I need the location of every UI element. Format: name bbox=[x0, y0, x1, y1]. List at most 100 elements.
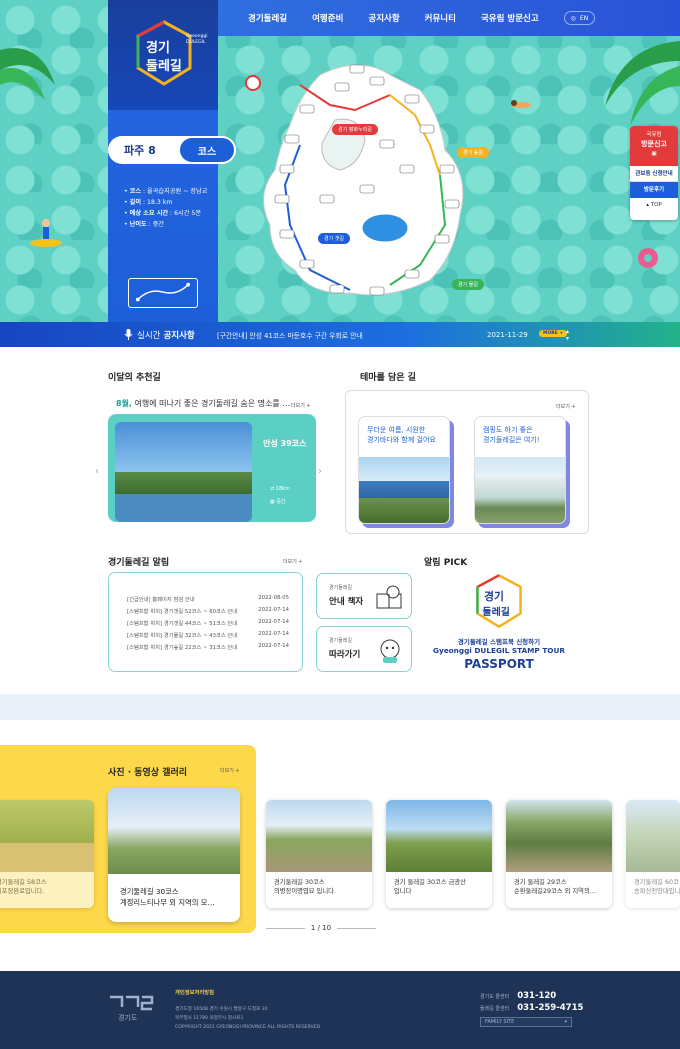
recommend-body[interactable]: 안성 39코스 ⇄ 18km ▦ 중간 bbox=[108, 414, 316, 522]
gallery-photo bbox=[266, 800, 372, 872]
notice-row[interactable]: [스탬프함 위치] 경기물길 32코스 ~ 43코스 안내 2022-07-14 bbox=[127, 631, 289, 639]
hero-map: 경기 평화누리길 경기 숲길 경기 갯길 경기 물길 bbox=[0, 0, 680, 322]
passport-banner[interactable]: 경기 둘레길 경기둘레길 스탬프북 신청하기 Gyeonggi DULEGIL … bbox=[424, 566, 574, 676]
pager-next-line[interactable] bbox=[337, 927, 377, 929]
recommend-course: 안성 39코스 bbox=[263, 439, 307, 448]
recommend-level: ▦ 중간 bbox=[270, 499, 286, 505]
recommend-photo bbox=[115, 422, 252, 522]
globe-icon: ◎ bbox=[570, 14, 576, 22]
top-button[interactable]: ▴ TOP bbox=[630, 198, 678, 212]
notice-more[interactable]: 더보기 + bbox=[283, 558, 303, 565]
course-difficulty: • 난이도 : 중간 bbox=[124, 221, 165, 228]
svg-text:경기: 경기 bbox=[146, 40, 170, 56]
nav-forest-report[interactable]: 국유림 방문신고 bbox=[481, 12, 539, 24]
notice-row[interactable]: [스탬프함 위치] 경기갯길 52코스 ~ 60코스 안내 2022-07-14 bbox=[127, 607, 289, 615]
palm-leaf-right bbox=[605, 41, 680, 126]
ticker-more-button[interactable]: MORE + bbox=[539, 330, 568, 337]
ticker-text[interactable]: [구간안내] 안성 41코스 마둔호수 구간 우회로 안내 bbox=[217, 330, 363, 340]
gallery-card-next[interactable]: 경기둘레길 60코 송파산전망대입니 bbox=[626, 800, 680, 908]
arrow-up-icon[interactable]: ▴ bbox=[566, 328, 569, 335]
course-info: • 코스 : 율곡습지공원 ~ 장남교 • 길이 : 18.3 km • 예상 … bbox=[124, 186, 207, 230]
gallery-photo bbox=[626, 800, 680, 872]
gallery-card[interactable]: 경기 둘레길 30코스 금광산 입니다 bbox=[386, 800, 492, 908]
course-panel: 경기 둘레길 Gyeonggi DULEGIL 파주 8 코스 • 코스 : 율곡… bbox=[108, 0, 236, 322]
gallery-photo bbox=[0, 800, 94, 872]
quick-menu: 국유림 방문신고 ▣ 관보동 신청안내 방문후기 ▴ TOP bbox=[630, 126, 678, 220]
family-site-select[interactable]: FAMILY SITE ▾ bbox=[480, 1017, 572, 1027]
notice-ticker: 실시간 공지사항 [구간안내] 안성 41코스 마둔호수 구간 우회로 안내 2… bbox=[0, 322, 680, 347]
gyeonggi-map[interactable] bbox=[240, 55, 500, 305]
language-toggle[interactable]: ◎ EN bbox=[563, 11, 596, 25]
course-length: • 길이 : 18.3 km bbox=[124, 199, 173, 206]
app-guide-button[interactable]: 관보동 신청안내 bbox=[630, 166, 678, 182]
recommend-prev-icon[interactable]: ‹ bbox=[95, 466, 99, 477]
nav-travel-prep[interactable]: 여행준비 bbox=[312, 12, 343, 24]
notice-row[interactable]: [스탬프함 위치] 경기갯길 44코스 ~ 51코스 안내 2022-07-14 bbox=[127, 619, 289, 627]
recommend-headline[interactable]: 8월, 여행에 떠나기 좋은 경기둘레길 숨은 명소를 … bbox=[116, 398, 290, 409]
passport-logo: 경기 둘레길 bbox=[476, 573, 522, 629]
section-divider bbox=[0, 694, 680, 720]
swimmer-icon bbox=[511, 100, 531, 108]
badge-peace[interactable]: 경기 평화누리길 bbox=[332, 124, 378, 135]
course-tag: 코스 bbox=[178, 136, 236, 164]
gallery-card[interactable]: 경기 둘레길 29코스 순환둘레길29코스 외 지역의… bbox=[506, 800, 612, 908]
notice-row[interactable]: [스탬프함 위치] 경기숲길 22코스 ~ 31코스 안내 2022-07-14 bbox=[127, 643, 289, 651]
course-number: 파주 8 bbox=[124, 144, 156, 157]
gallery-card[interactable]: 경기둘레길 30코스 의병장이명엽묘 입니다. bbox=[266, 800, 372, 908]
course-selector[interactable]: 파주 8 코스 bbox=[108, 136, 236, 164]
ticker-arrows[interactable]: ▴ ▾ bbox=[566, 328, 569, 342]
theme-more[interactable]: 더보기 + bbox=[556, 403, 576, 410]
recommend-next-icon[interactable]: › bbox=[318, 466, 322, 477]
course-minimap[interactable] bbox=[128, 278, 198, 308]
gallery-title: 사진 · 동영상 갤러리 bbox=[108, 768, 188, 778]
notice-row[interactable]: [긴급안내] 홈페이지 점검 안내 2022-08-05 bbox=[127, 595, 289, 603]
theme-photo-camping bbox=[475, 457, 565, 523]
recommend-more[interactable]: 더보기 + bbox=[291, 402, 311, 409]
guide-book-card[interactable]: 경기둘레길 안내 책자 bbox=[316, 573, 412, 619]
mic-icon bbox=[124, 329, 133, 340]
pager-count: 1 / 10 bbox=[310, 924, 332, 932]
palm-leaf-left bbox=[0, 48, 55, 100]
pager-prev-line[interactable] bbox=[266, 927, 305, 929]
nav-dulegil[interactable]: 경기둘레길 bbox=[248, 12, 287, 24]
theme-card-sea[interactable]: 무더운 여름, 시원한 경기바다와 함께 걸어요 bbox=[358, 416, 450, 524]
course-duration: • 예상 소요 시간 : 6시간 5분 bbox=[124, 210, 202, 217]
distance-icon: ⇄ bbox=[270, 486, 275, 492]
gallery-pager: 1 / 10 bbox=[266, 924, 377, 932]
svg-text:둘레길: 둘레길 bbox=[482, 605, 509, 618]
follow-route-card[interactable]: 경기둘레길 따라가기 bbox=[316, 626, 412, 672]
recommend-title: 이달의 추천길 bbox=[108, 373, 161, 383]
float-tube-icon bbox=[638, 248, 658, 268]
top-nav: 경기둘레길 여행준비 공지사항 커뮤니티 국유림 방문신고 ◎ EN bbox=[218, 0, 680, 36]
visit-review-button[interactable]: 방문후기 bbox=[630, 182, 678, 198]
notice-list: [긴급안내] 홈페이지 점검 안내 2022-08-05 [스탬프함 위치] 경기… bbox=[108, 572, 303, 672]
footer-phones: 경기도 콜센터 031-120 둘레길 콜센터 031-259-4715 bbox=[480, 991, 584, 1013]
theme-card-camping[interactable]: 캠핑도 하기 좋은 경기둘레길은 여기! bbox=[474, 416, 566, 524]
forest-report-button[interactable]: 국유림 방문신고 ▣ bbox=[630, 126, 678, 166]
badge-water[interactable]: 경기 물길 bbox=[452, 279, 484, 290]
logo-subtitle: Gyeonggi DULEGIL bbox=[186, 34, 208, 45]
nav-community[interactable]: 커뮤니티 bbox=[425, 12, 456, 24]
footer-address: 경기도청 16508 경기 수원시 팔달구 도청로 30 북부청사 11780 … bbox=[175, 1007, 321, 1030]
gallery-featured-card[interactable]: 경기둘레길 30코스 계정리느티나무 외 지역의 모… bbox=[108, 788, 240, 922]
gallery-more[interactable]: 더보기 + bbox=[220, 767, 240, 774]
notice-title: 경기둘레길 알림 bbox=[108, 558, 170, 568]
nav-notice[interactable]: 공지사항 bbox=[368, 12, 399, 24]
gallery-featured-photo bbox=[108, 788, 240, 874]
svg-text:경기: 경기 bbox=[484, 590, 504, 603]
badge-coast[interactable]: 경기 갯길 bbox=[318, 233, 350, 244]
recommend-card: 8월, 여행에 떠나기 좋은 경기둘레길 숨은 명소를 … 더보기 + 안성 3… bbox=[108, 392, 330, 530]
badge-forest[interactable]: 경기 숲길 bbox=[457, 147, 489, 158]
level-icon: ▦ bbox=[270, 499, 275, 505]
privacy-link[interactable]: 개인정보처리방침 bbox=[175, 988, 214, 996]
ticker-date: 2021-11-29 bbox=[487, 330, 528, 339]
theme-box: 더보기 + 무더운 여름, 시원한 경기바다와 함께 걸어요 캠핑도 하기 좋은 경… bbox=[345, 390, 589, 534]
gallery-card-prev[interactable]: 경기둘레길 58코스 길포장완료입니다. bbox=[0, 800, 94, 908]
dulegil-logo[interactable]: 경기 둘레길 bbox=[132, 18, 196, 88]
svg-text:둘레길: 둘레길 bbox=[146, 59, 182, 74]
book-icon bbox=[376, 585, 402, 609]
arrow-down-icon[interactable]: ▾ bbox=[566, 335, 569, 342]
language-label: EN bbox=[579, 14, 589, 22]
theme-title: 테마를 담은 길 bbox=[360, 373, 416, 383]
recommend-distance: ⇄ 18km bbox=[270, 486, 290, 492]
